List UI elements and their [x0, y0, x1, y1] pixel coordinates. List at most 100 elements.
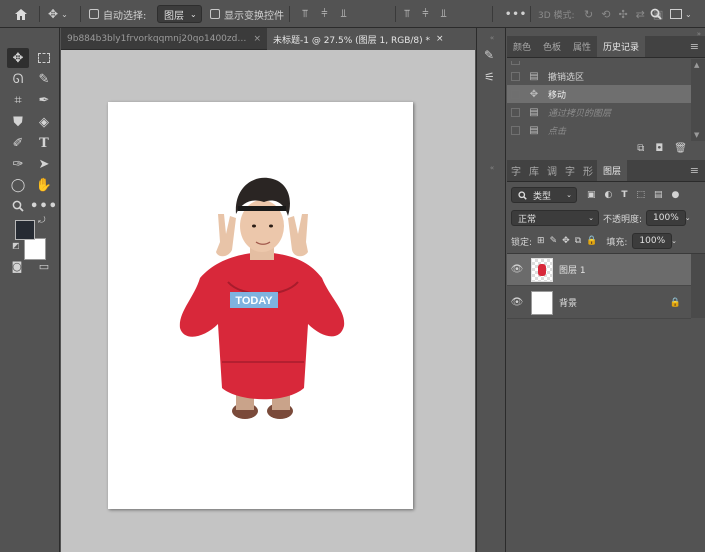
panel-menu-icon[interactable]: ≡ [690, 160, 705, 181]
screen-mode-icon[interactable]: ▭ [33, 256, 55, 276]
eye-icon[interactable]: 👁 [507, 264, 527, 275]
tab-label: 未标题-1 @ 27.5% (图层 1, RGB/8) * [273, 35, 430, 46]
adjustments-icon[interactable]: ⚟ [484, 70, 495, 84]
lock-position-icon[interactable]: ✥ [562, 236, 570, 246]
tab-color[interactable]: 颜色 [507, 36, 537, 57]
tab-libraries[interactable]: 库 [525, 160, 543, 181]
pen-tool-icon[interactable]: ✑ [7, 154, 29, 174]
layer-row-layer1[interactable]: 👁 图层 1 [507, 254, 691, 286]
crop-tool-icon[interactable]: ⌗ [7, 90, 29, 110]
layer-filter-dropdown[interactable]: 类型 ⌄ [511, 187, 577, 203]
align-bottom-icon: ⫫ [340, 7, 347, 20]
align-icons-group[interactable]: ⫪ ⫩ ⫫ [302, 4, 347, 24]
type-tool-icon[interactable]: T [33, 133, 55, 153]
eye-icon[interactable]: 👁 [507, 297, 527, 308]
more-tools-icon[interactable]: ••• [30, 196, 57, 216]
brush-presets-icon[interactable]: ✎ [484, 48, 494, 62]
zoom-tool-icon[interactable] [7, 196, 29, 216]
tab-layers[interactable]: 图层 [597, 160, 628, 181]
align-vcenter-icon: ⫩ [321, 7, 328, 20]
delete-trash-icon[interactable]: 🗑 [674, 143, 687, 154]
close-icon[interactable]: × [253, 34, 261, 44]
eraser-tool-icon[interactable]: ◈ [33, 112, 55, 132]
fill-field[interactable]: 100% ⌄ [632, 233, 677, 249]
layers-scrollbar[interactable] [691, 254, 705, 318]
workspace-button[interactable]: ⌄ [670, 4, 692, 24]
fill-label: 填充: [606, 237, 628, 248]
history-item[interactable]: ▤ 撤销选区 [507, 67, 691, 85]
lock-transparent-icon[interactable]: ⊞ [537, 236, 545, 246]
history-snapshot-checkbox[interactable] [511, 71, 520, 81]
quick-mask-icon[interactable]: ◙ [6, 256, 28, 276]
tab-untitled-document[interactable]: 未标题-1 @ 27.5% (图层 1, RGB/8) * × [267, 28, 475, 50]
history-snapshot-checkbox[interactable] [511, 125, 520, 135]
options-bar: ✥ ⌄ 自动选择: 图层 ⌄ 显示变换控件 ⫪ ⫩ ⫫ ⫪ ⫩ ⫫ ••• 3D 模式: ↻… [0, 0, 705, 28]
layer-row-background[interactable]: 👁 背景 🔒 [507, 287, 691, 319]
layer-filter-icons[interactable]: ▣ ◐ T ⬚ ▤ ● [587, 190, 679, 200]
transform-controls-checkbox[interactable]: 显示变换控件 [210, 4, 284, 24]
collapse-strip-icon-2[interactable]: « [477, 164, 507, 172]
tab-properties[interactable]: 属性 [567, 36, 597, 57]
hand-tool-icon[interactable]: ✋ [33, 175, 55, 195]
history-item-label: 移动 [548, 90, 567, 101]
panel-menu-icon[interactable]: ≡ [690, 36, 705, 57]
collapse-strip-icon[interactable]: « [477, 34, 507, 42]
tab-paragraph[interactable]: 字 [561, 160, 579, 181]
lasso-tool-icon[interactable]: ᘏ [7, 69, 29, 89]
ellipse-tool-icon[interactable]: ◯ [7, 175, 29, 195]
distribute-icons-group[interactable]: ⫪ ⫩ ⫫ [404, 4, 447, 24]
blend-mode-dropdown[interactable]: 正常 ⌄ [511, 210, 599, 226]
layer-filter-row: 类型 ⌄ ▣ ◐ T ⬚ ▤ ● [511, 187, 679, 203]
swap-colors-icon[interactable]: ⤾ [38, 216, 46, 226]
default-colors-icon[interactable]: ◩ [12, 241, 20, 250]
opacity-field[interactable]: 100% ⌄ [646, 210, 691, 226]
auto-select-dropdown[interactable]: 图层 ⌄ [157, 4, 202, 24]
tab-adjustments[interactable]: 调 [543, 160, 561, 181]
history-item-active[interactable]: ✥ 移动 [507, 85, 691, 103]
snapshot-camera-icon[interactable]: ◘ [655, 143, 663, 154]
move-icon: ✥ [529, 88, 539, 100]
layer-name[interactable]: 背景 [559, 296, 577, 309]
lock-artboard-icon[interactable]: ⧉ [575, 236, 581, 246]
close-icon[interactable]: × [436, 34, 444, 44]
document-canvas[interactable]: TODAY [108, 102, 413, 509]
tab-shapes[interactable]: 形 [579, 160, 597, 181]
search-button[interactable] [650, 4, 662, 24]
auto-select-checkbox[interactable]: 自动选择: [89, 4, 146, 24]
lock-pixels-icon[interactable]: ✎ [550, 236, 558, 246]
history-item[interactable]: ▤ 通过拷贝的图层 [507, 103, 691, 121]
lock-label: 锁定: [511, 237, 533, 248]
stamp-tool-icon[interactable]: ⛊ [7, 112, 29, 132]
new-document-from-state-icon[interactable]: ⧉ [637, 143, 644, 154]
history-item-partial[interactable] [507, 59, 691, 67]
layer-name[interactable]: 图层 1 [559, 263, 586, 276]
history-panel-tabs: 颜色 色板 属性 历史记录 ≡ [507, 36, 705, 58]
tab-character[interactable]: 字 [507, 160, 525, 181]
marquee-tool-icon[interactable] [33, 48, 55, 68]
move-tool-preset[interactable]: ✥ ⌄ [48, 4, 68, 24]
slide-icon: ⇄ [635, 7, 645, 21]
history-brush-tool-icon[interactable]: ✐ [7, 133, 29, 153]
document-icon: ▤ [529, 70, 539, 82]
blend-mode-value: 正常 [518, 214, 537, 225]
foreground-color-swatch[interactable] [15, 220, 35, 240]
history-item[interactable]: ▤ 点击 [507, 121, 691, 139]
tab-swatches[interactable]: 色板 [537, 36, 567, 57]
history-scrollbar[interactable]: ▲ ▼ [691, 59, 705, 141]
home-icon[interactable] [14, 4, 28, 24]
tab-source-image[interactable]: 9b884b3bly1frvorkqqmnj20qo1400zd.jpg × [61, 28, 267, 50]
tab-history[interactable]: 历史记录 [597, 36, 646, 57]
brush-tool-icon[interactable]: ✒ [33, 90, 55, 110]
type-filter-icon: T [621, 190, 628, 200]
more-options-button[interactable]: ••• [505, 4, 527, 24]
history-snapshot-checkbox[interactable] [511, 89, 520, 99]
canvas-area[interactable]: TODAY [61, 50, 475, 552]
move-tool-icon[interactable]: ✥ [7, 48, 29, 68]
lock-all-icon[interactable]: 🔒 [586, 236, 597, 246]
quick-select-tool-icon[interactable]: ✎ [33, 69, 55, 89]
distribute-center-icon: ⫩ [422, 7, 429, 20]
auto-select-label: 自动选择: [103, 10, 147, 22]
path-select-tool-icon[interactable]: ➤ [33, 154, 55, 174]
history-snapshot-checkbox[interactable] [511, 107, 520, 117]
distribute-left-icon: ⫪ [404, 7, 411, 20]
